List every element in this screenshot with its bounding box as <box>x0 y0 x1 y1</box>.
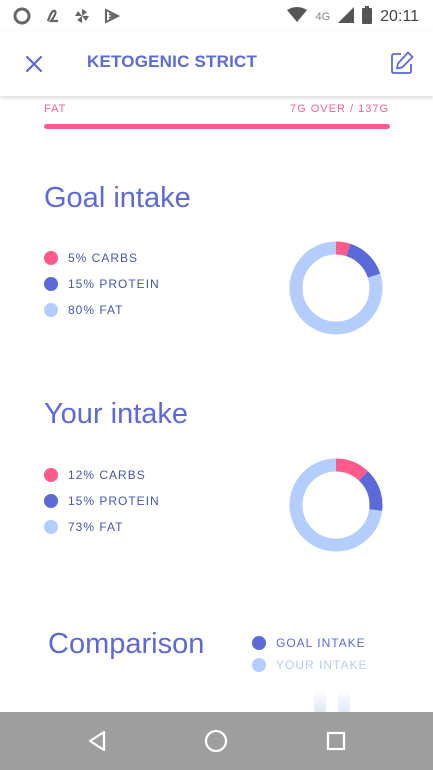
signal-icon <box>338 7 355 26</box>
legend-label: 12% CARBS <box>68 468 146 482</box>
legend-label: GOAL INTAKE <box>276 636 366 650</box>
wifi-icon <box>287 7 308 26</box>
goal-intake-donut <box>289 241 383 335</box>
legend-label: 15% PROTEIN <box>68 277 160 291</box>
goal-intake-title: Goal intake <box>44 182 191 214</box>
fat-status: 7G OVER / 137G <box>290 103 389 115</box>
fat-label: FAT <box>44 103 67 115</box>
fat-dot <box>44 303 58 317</box>
your-intake-title: Your intake <box>44 398 189 430</box>
legend-item-protein: 15% PROTEIN <box>44 488 160 514</box>
battery-icon <box>362 6 373 27</box>
back-icon <box>88 730 106 752</box>
comparison-legend: GOAL INTAKE YOUR INTAKE <box>252 632 367 676</box>
your-intake-legend: 12% CARBS 15% PROTEIN 73% FAT <box>44 462 160 540</box>
system-icons: 4G 20:11 <box>287 6 419 27</box>
system-nav-bar <box>0 712 433 770</box>
carbs-dot <box>44 468 58 482</box>
legend-item-fat: 73% FAT <box>44 514 160 540</box>
protein-dot <box>44 277 58 291</box>
close-icon <box>25 55 43 73</box>
pinwheel-icon <box>72 6 92 26</box>
edit-icon <box>391 51 414 74</box>
legend-label: 80% FAT <box>68 303 124 317</box>
clock: 20:11 <box>380 7 419 25</box>
legend-item-goal-intake: GOAL INTAKE <box>252 632 367 654</box>
status-bar: 4G 20:11 <box>0 0 433 32</box>
your-intake-dot <box>252 658 266 672</box>
close-button[interactable] <box>20 50 48 78</box>
legend-item-fat: 80% FAT <box>44 297 160 323</box>
opera-icon <box>12 6 32 26</box>
edit-button[interactable] <box>387 48 417 78</box>
link-icon <box>42 6 62 26</box>
notification-icons <box>12 6 122 26</box>
play-icon <box>102 6 122 26</box>
back-button[interactable] <box>84 728 110 754</box>
fat-limit-row: FAT 7G OVER / 137G <box>44 103 389 115</box>
legend-item-your-intake: YOUR INTAKE <box>252 654 367 676</box>
legend-item-carbs: 5% CARBS <box>44 245 160 271</box>
recents-icon <box>326 731 346 751</box>
page-title: KETOGENIC STRICT <box>87 52 258 71</box>
recents-button[interactable] <box>323 728 349 754</box>
comparison-bar-goal <box>314 690 326 712</box>
legend-label: 73% FAT <box>68 520 124 534</box>
home-icon <box>204 729 228 753</box>
home-button[interactable] <box>203 728 229 754</box>
goal-intake-dot <box>252 636 266 650</box>
fat-dot <box>44 520 58 534</box>
carbs-dot <box>44 251 58 265</box>
comparison-title: Comparison <box>48 628 205 660</box>
your-intake-donut <box>289 458 383 552</box>
protein-dot <box>44 494 58 508</box>
legend-item-carbs: 12% CARBS <box>44 462 160 488</box>
legend-item-protein: 15% PROTEIN <box>44 271 160 297</box>
legend-label: 5% CARBS <box>68 251 139 265</box>
goal-intake-legend: 5% CARBS 15% PROTEIN 80% FAT <box>44 245 160 323</box>
network-type: 4G <box>315 10 331 23</box>
app-bar: KETOGENIC STRICT <box>0 32 433 96</box>
legend-label: YOUR INTAKE <box>276 658 368 672</box>
legend-label: 15% PROTEIN <box>68 494 160 508</box>
fat-progress-bar <box>44 124 390 129</box>
comparison-bar-your <box>338 690 350 712</box>
